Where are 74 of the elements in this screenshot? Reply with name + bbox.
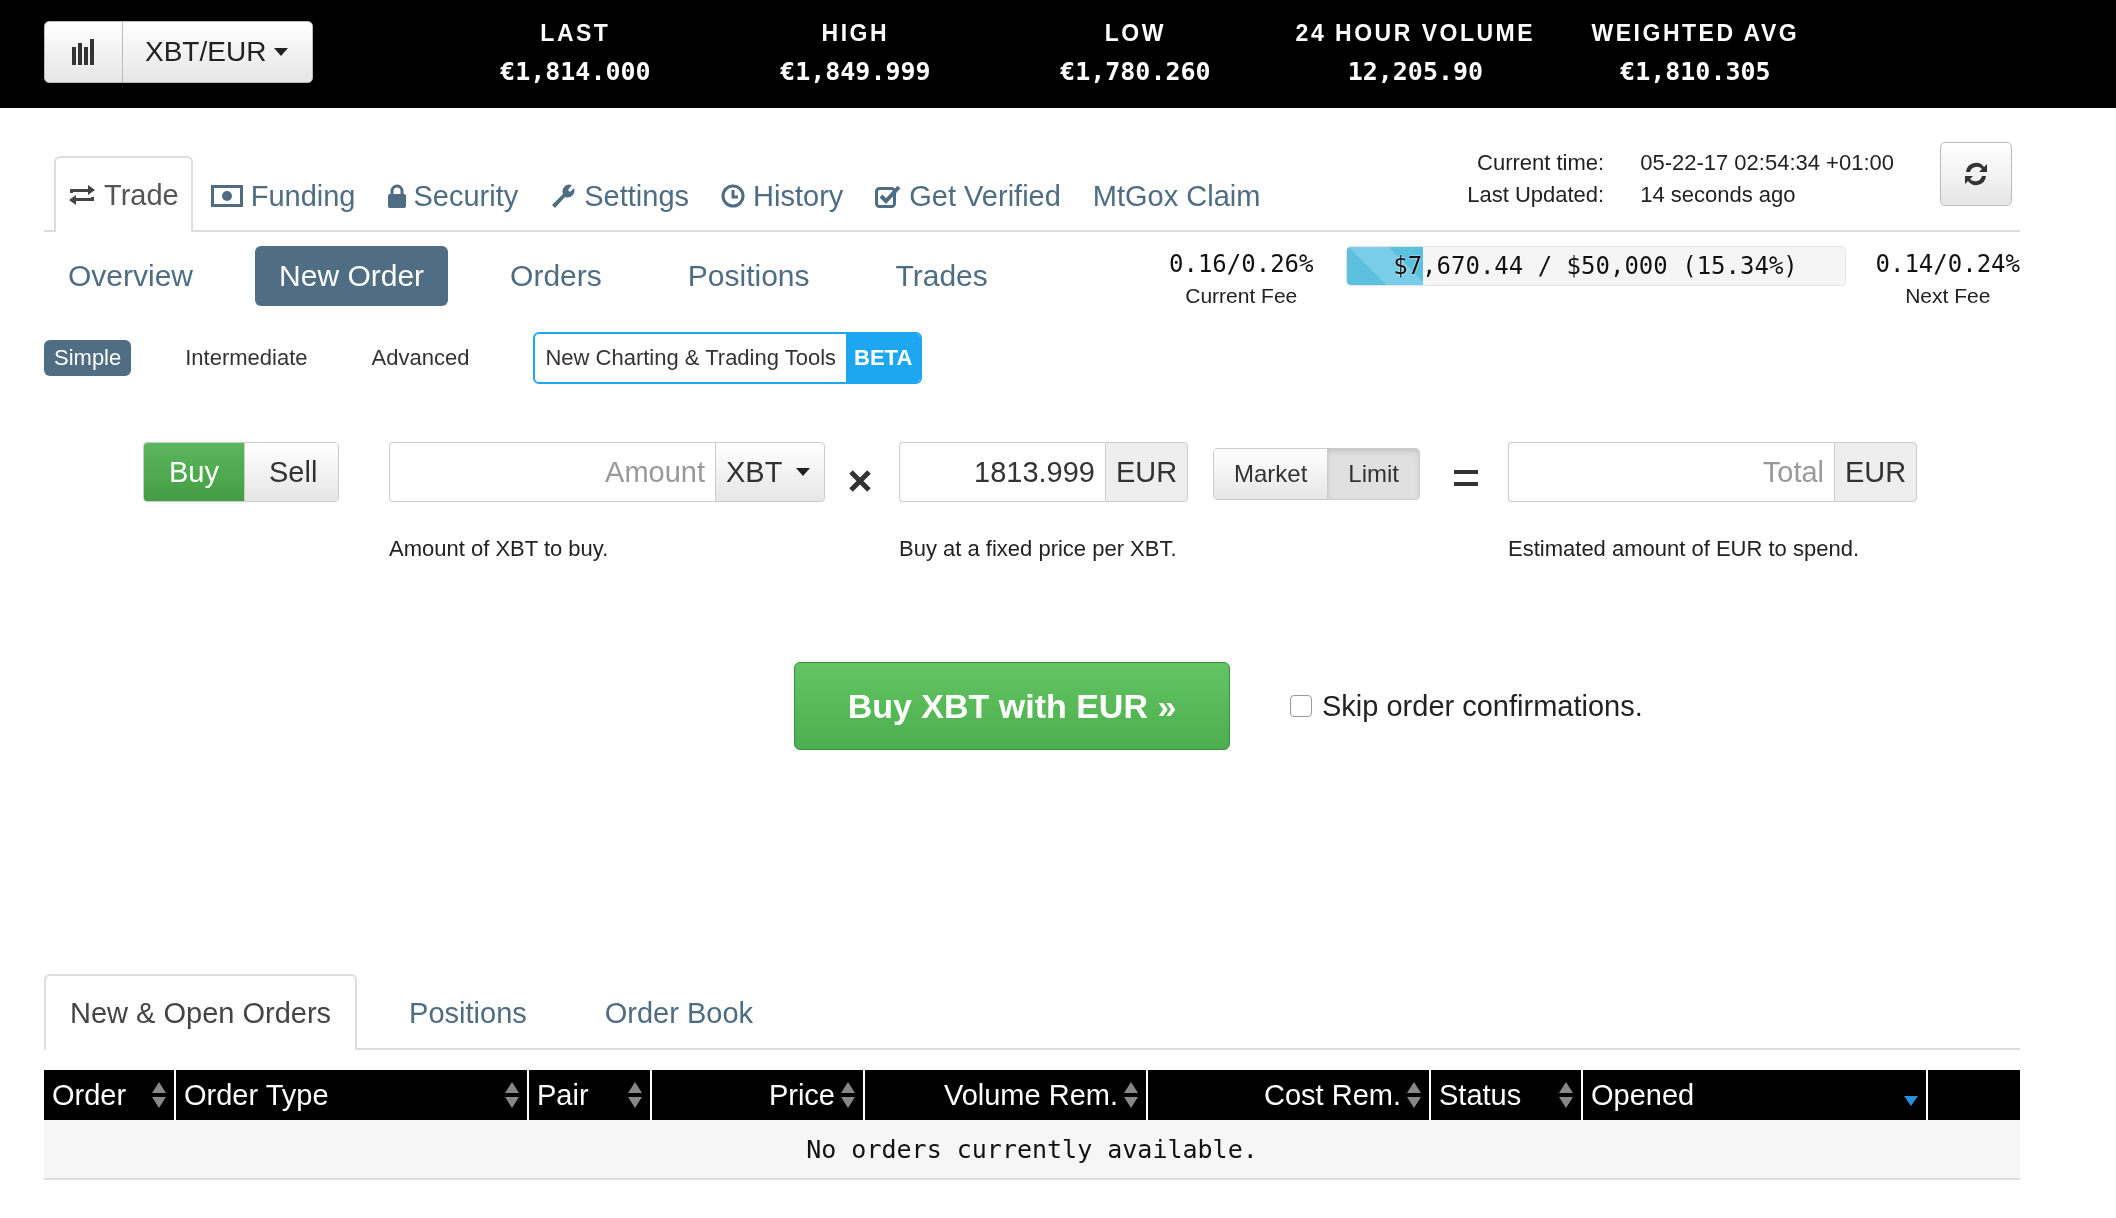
- currency-label: EUR: [1105, 442, 1189, 502]
- stat-label: LOW: [1104, 19, 1166, 48]
- column-header[interactable]: Opened: [1582, 1070, 1927, 1120]
- order-type-toggle[interactable]: Market: [1214, 449, 1328, 499]
- nav-tab[interactable]: MtGox Claim: [1078, 158, 1275, 232]
- checkbox-icon: [875, 184, 902, 208]
- column-header[interactable]: Order Type: [175, 1070, 528, 1120]
- column-header[interactable]: Pair: [528, 1070, 651, 1120]
- list-tab[interactable]: New & Open Orders: [44, 974, 358, 1050]
- beta-badge: BETA: [846, 334, 921, 382]
- equals-icon: [1454, 470, 1479, 486]
- total-field[interactable]: Total: [1508, 442, 1835, 502]
- price-field[interactable]: 1813.999: [899, 442, 1105, 502]
- fee-label: Current Fee: [1185, 284, 1298, 308]
- caret-icon: [796, 468, 811, 476]
- nav-tab[interactable]: History: [707, 158, 858, 232]
- stat-label: 24 HOUR VOLUME: [1295, 19, 1536, 48]
- checkbox-label: Skip order confirmations.: [1322, 689, 1643, 723]
- empty-message: No orders currently available.: [806, 1134, 1258, 1164]
- mode-tab[interactable]: Advanced: [361, 340, 480, 376]
- sub-tab[interactable]: Orders: [486, 246, 626, 306]
- field-label: Last Updated:: [1467, 182, 1605, 208]
- swap-arrows-icon: [68, 184, 96, 206]
- sub-tab[interactable]: Overview: [44, 246, 218, 306]
- nav-tab[interactable]: Trade: [54, 156, 193, 232]
- sub-tab[interactable]: Positions: [663, 246, 834, 306]
- lock-icon: [387, 184, 406, 208]
- checkbox[interactable]: [1290, 695, 1312, 717]
- stat-value: €1,810.305: [1620, 56, 1771, 88]
- sub-tab[interactable]: New Order: [255, 246, 449, 306]
- mode-tab[interactable]: Simple: [44, 340, 132, 376]
- clock-icon: [721, 184, 746, 208]
- refresh-icon: [1963, 161, 1989, 187]
- column-header[interactable]: Price: [651, 1070, 864, 1120]
- bar-chart-icon: [71, 39, 96, 65]
- refresh-button[interactable]: [1940, 142, 2012, 206]
- currency-label: EUR: [1834, 442, 1918, 502]
- mode-tab[interactable]: Intermediate: [175, 340, 318, 376]
- stat-value: €1,780.260: [1060, 56, 1211, 88]
- list-tab[interactable]: Positions: [383, 974, 553, 1050]
- nav-tab[interactable]: Get Verified: [861, 158, 1075, 232]
- current-time: 05-22-17 02:54:34 +01:00: [1640, 150, 1894, 176]
- caret-icon: [274, 48, 289, 56]
- field-hint: Amount of XBT to buy.: [389, 536, 610, 562]
- column-header[interactable]: Status: [1430, 1070, 1582, 1120]
- stat-value: €1,849.999: [780, 56, 931, 88]
- current-fee: 0.16/0.26%: [1169, 249, 1314, 280]
- nav-tab[interactable]: Settings: [536, 158, 704, 232]
- field-hint: Estimated amount of EUR to spend.: [1508, 536, 1860, 562]
- nav-tab[interactable]: Funding: [196, 158, 370, 232]
- order-type-toggle[interactable]: Limit: [1327, 449, 1420, 499]
- column-header[interactable]: Cost Rem.: [1147, 1070, 1430, 1120]
- last-updated: 14 seconds ago: [1640, 182, 1797, 208]
- list-tab[interactable]: Order Book: [578, 974, 780, 1050]
- multiply-icon: [849, 470, 871, 492]
- next-fee: 0.14/0.24%: [1875, 249, 2020, 280]
- fee-label: Next Fee: [1905, 284, 1991, 308]
- column-header[interactable]: Volume Rem.: [864, 1070, 1147, 1120]
- stat-label: LAST: [540, 19, 611, 48]
- field-label: Current time:: [1476, 150, 1605, 176]
- side-toggle[interactable]: Sell: [244, 443, 338, 501]
- stat-value: 12,205.90: [1347, 56, 1484, 88]
- currency-dropdown[interactable]: XBT: [715, 442, 826, 502]
- wrench-icon: [550, 183, 577, 209]
- stat-label: HIGH: [821, 19, 890, 48]
- amount-field[interactable]: Amount: [389, 442, 715, 502]
- sub-tab[interactable]: Trades: [871, 246, 1012, 306]
- nav-tab[interactable]: Security: [373, 158, 533, 232]
- column-header[interactable]: Order: [44, 1070, 175, 1120]
- stat-label: WEIGHTED AVG: [1591, 19, 1800, 48]
- money-bill-icon: [210, 185, 243, 207]
- field-hint: Buy at a fixed price per XBT.: [899, 536, 1178, 562]
- charting-tools-link[interactable]: New Charting & Trading Tools BETA: [533, 332, 923, 384]
- stat-value: €1,814.000: [500, 56, 651, 88]
